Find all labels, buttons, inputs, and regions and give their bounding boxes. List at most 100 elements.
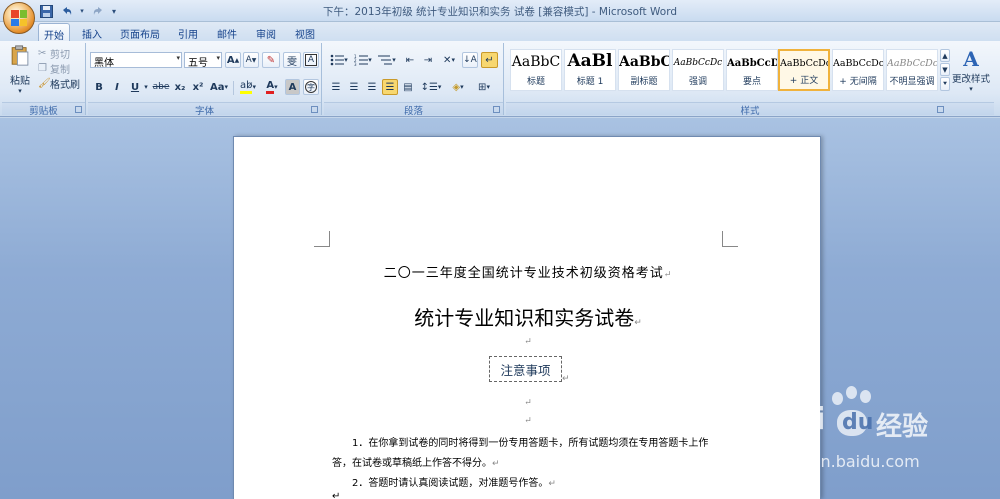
shading-button[interactable]: ◈ ▾ bbox=[446, 79, 470, 95]
paragraph-mark: ↵ bbox=[634, 318, 642, 328]
clear-formatting-icon: ✎ bbox=[266, 54, 276, 66]
watermark-product: 经验 bbox=[876, 412, 929, 442]
exam-header-text: 二〇一三年度全国统计专业技术初级资格考试 bbox=[383, 266, 664, 281]
paragraph-dialog-launcher-icon[interactable] bbox=[493, 106, 500, 113]
style-normal-sample: AaBbCcDc bbox=[780, 58, 828, 69]
font-size-combo[interactable]: 五号 ▾ bbox=[184, 52, 222, 69]
text-highlight-button[interactable]: ab̷ ▾ bbox=[237, 79, 259, 95]
exam-title-line: 统计专业知识和实务试卷↵ bbox=[234, 302, 822, 331]
paragraph-mark: ↵ bbox=[524, 337, 532, 347]
strikethrough-button[interactable]: abe bbox=[152, 79, 170, 95]
numbering-button[interactable]: 1 2 3 ▾ bbox=[352, 52, 374, 68]
multilevel-list-button[interactable]: ▾ bbox=[376, 52, 398, 68]
change-styles-button[interactable]: A 更改样式 ▾ bbox=[950, 45, 992, 95]
align-center-icon: ☰ bbox=[349, 81, 359, 93]
document-page[interactable]: 二〇一三年度全国统计专业技术初级资格考试↵ 统计专业知识和实务试卷↵ ↵ 注意事… bbox=[233, 136, 821, 499]
tab-home[interactable]: 开始 bbox=[38, 23, 70, 42]
tab-references[interactable]: 引用 bbox=[172, 23, 204, 41]
style-subtitle-sample: AaBbC bbox=[619, 54, 669, 70]
justify-button[interactable]: ☰ bbox=[382, 79, 398, 95]
style-strong[interactable]: AaBbCcD 要点 bbox=[726, 49, 778, 91]
office-button[interactable] bbox=[3, 2, 35, 34]
distributed-icon: ▤ bbox=[403, 81, 413, 93]
borders-button[interactable]: ⊞ ▾ bbox=[472, 79, 496, 95]
styles-group: AaBbC 标题 AaBl 标题 1 AaBbC 副标题 AaBbCcDc 强调… bbox=[506, 43, 994, 117]
style-normal[interactable]: AaBbCcDc + 正文 bbox=[778, 49, 830, 91]
margin-corner-top-left bbox=[314, 231, 330, 247]
underline-dropdown-icon[interactable]: ▾ bbox=[142, 79, 150, 95]
change-styles-label: 更改样式 bbox=[951, 74, 990, 85]
change-case-button[interactable]: Aa ▾ bbox=[208, 79, 230, 95]
tab-insert[interactable]: 插入 bbox=[76, 23, 108, 41]
instruction-2-line: 2．答题时请认真阅读试题，对准题号作答。↵ bbox=[352, 474, 556, 489]
tab-review[interactable]: 审阅 bbox=[250, 23, 282, 41]
paw-icon-toe3 bbox=[860, 390, 871, 403]
bold-button[interactable]: B bbox=[92, 79, 106, 95]
style-subtle-emphasis[interactable]: AaBbCcDc 不明显强调 bbox=[886, 49, 938, 91]
line-spacing-button[interactable]: ↕☰ ▾ bbox=[419, 79, 443, 95]
styles-scroll-down-button[interactable]: ▼ bbox=[940, 63, 950, 76]
font-dialog-launcher-icon[interactable] bbox=[311, 106, 318, 113]
empty-line: ↵ bbox=[234, 336, 822, 347]
paste-label: 粘贴 bbox=[10, 76, 30, 87]
shrink-font-button[interactable]: A ▼ bbox=[243, 52, 259, 68]
paragraph-mark: ↵ bbox=[524, 416, 532, 426]
style-emphasis[interactable]: AaBbCcDc 强调 bbox=[672, 49, 724, 91]
bullets-button[interactable]: ▾ bbox=[328, 52, 350, 68]
style-no-spacing[interactable]: AaBbCcDc + 无间隔 bbox=[832, 49, 884, 91]
tab-mailings[interactable]: 邮件 bbox=[211, 23, 243, 41]
chinese-layout-button[interactable]: ✕ ▾ bbox=[438, 52, 460, 68]
enclose-character-button[interactable]: A bbox=[303, 52, 319, 68]
character-shading-button[interactable]: A bbox=[285, 79, 300, 95]
svg-text:3: 3 bbox=[354, 62, 357, 66]
change-styles-dropdown-icon: ▾ bbox=[969, 85, 973, 93]
increase-indent-button[interactable]: ⇥ bbox=[420, 52, 436, 68]
style-heading1[interactable]: AaBl 标题 1 bbox=[564, 49, 616, 91]
paste-button[interactable]: 粘贴 ▾ bbox=[6, 45, 34, 95]
sort-icon: ↓A bbox=[463, 55, 477, 65]
subscript-button[interactable]: x₂ bbox=[172, 79, 188, 95]
tab-view[interactable]: 视图 bbox=[289, 23, 321, 41]
enclosed-character-button[interactable]: 字 bbox=[303, 79, 319, 95]
clear-formatting-button[interactable]: ✎ bbox=[262, 52, 280, 68]
styles-scroll-up-button[interactable]: ▲ bbox=[940, 49, 950, 62]
paste-icon bbox=[11, 45, 29, 66]
sort-button[interactable]: ↓A bbox=[462, 52, 478, 68]
paragraph-mark: ↵ bbox=[663, 270, 673, 280]
font-name-combo[interactable]: 黑体 ▾ bbox=[90, 52, 182, 69]
distributed-button[interactable]: ▤ bbox=[400, 79, 416, 95]
style-subtle-emphasis-sample: AaBbCcDc bbox=[887, 58, 937, 69]
font-color-button[interactable]: A ▾ bbox=[261, 79, 283, 95]
show-marks-button[interactable]: ↵ bbox=[481, 52, 498, 68]
style-subtitle[interactable]: AaBbC 副标题 bbox=[618, 49, 670, 91]
watermark-brand-du: du bbox=[842, 410, 874, 435]
paste-dropdown-icon: ▾ bbox=[18, 87, 22, 95]
title-bar: ▾ ▾ 下午：2013年初级 统计专业知识和实务 试卷 [兼容模式] - Mic… bbox=[0, 0, 1000, 34]
format-painter-button[interactable]: 🖌 格式刷 bbox=[38, 76, 80, 91]
italic-button[interactable]: I bbox=[110, 79, 124, 95]
font-group-label: 字体 bbox=[88, 102, 321, 117]
style-heading1-name: 标题 1 bbox=[576, 77, 604, 87]
tab-page-layout[interactable]: 页面布局 bbox=[117, 23, 163, 41]
styles-dialog-launcher-icon[interactable] bbox=[937, 106, 944, 113]
style-title[interactable]: AaBbC 标题 bbox=[510, 49, 562, 91]
ribbon-tabs: 开始 插入 页面布局 引用 邮件 审阅 视图 bbox=[0, 22, 1000, 42]
clipboard-dialog-launcher-icon[interactable] bbox=[75, 106, 82, 113]
grow-font-button[interactable]: A ▲ bbox=[225, 52, 241, 68]
align-right-button[interactable]: ☰ bbox=[364, 79, 380, 95]
underline-button[interactable]: U bbox=[128, 79, 142, 95]
cut-button[interactable]: ✂ 剪切 bbox=[38, 46, 70, 61]
font-group: 黑体 ▾ 五号 ▾ A ▲ A ▼ ✎ 雯 A B I U ▾ abe x₂ x² … bbox=[88, 43, 322, 117]
empty-line: ↵ bbox=[234, 415, 822, 426]
decrease-indent-button[interactable]: ⇤ bbox=[402, 52, 418, 68]
office-logo-icon bbox=[11, 10, 27, 26]
notice-text-box[interactable]: 注意事项 bbox=[489, 356, 562, 382]
align-center-button[interactable]: ☰ bbox=[346, 79, 362, 95]
styles-more-button[interactable]: ⯆ bbox=[940, 77, 950, 91]
style-strong-sample: AaBbCcD bbox=[727, 58, 777, 69]
phonetic-guide-button[interactable]: 雯 bbox=[283, 52, 301, 68]
copy-button[interactable]: ❐ 复制 bbox=[38, 61, 70, 76]
paw-icon-toe1 bbox=[832, 392, 843, 405]
superscript-button[interactable]: x² bbox=[190, 79, 206, 95]
align-left-button[interactable]: ☰ bbox=[328, 79, 344, 95]
